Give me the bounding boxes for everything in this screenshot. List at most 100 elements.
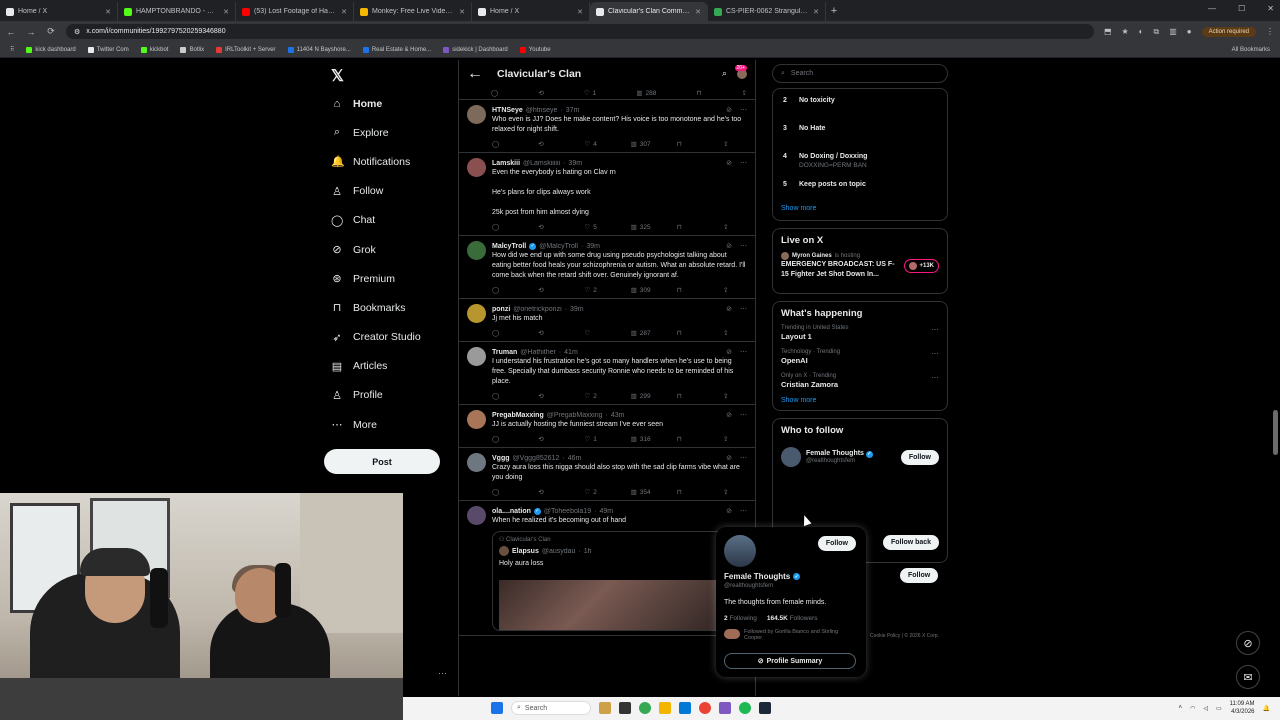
repost-icon[interactable]: ⟲: [538, 89, 543, 97]
reply-icon[interactable]: ◯: [492, 392, 514, 400]
like-button[interactable]: ♡ 2: [584, 286, 606, 295]
nav-item-creator-studio[interactable]: ➶ Creator Studio: [323, 323, 453, 352]
community-rule[interactable]: 4 No Doxing / Doxxing DOXXING=PERM BAN: [781, 149, 939, 177]
close-tab-icon[interactable]: ✕: [459, 8, 465, 16]
start-icon[interactable]: [491, 702, 503, 714]
search-input[interactable]: ⌕ Search: [772, 64, 948, 83]
trends-show-more-link[interactable]: Show more: [781, 397, 939, 404]
reply-icon[interactable]: ◯: [492, 223, 514, 231]
repost-icon[interactable]: ⟲: [538, 140, 560, 148]
follow-button[interactable]: Follow: [900, 449, 939, 465]
browser-tab[interactable]: (53) Lost Footage of Hampton✕: [236, 2, 354, 21]
tweet-handle[interactable]: @htnseye: [526, 107, 558, 114]
reply-icon[interactable]: ◯: [492, 329, 514, 337]
repost-icon[interactable]: ⟲: [538, 223, 560, 231]
views-button[interactable]: ▥ 316: [631, 435, 653, 444]
reply-icon[interactable]: ◯: [492, 286, 514, 294]
community-rule[interactable]: 3 No Hate: [781, 121, 939, 149]
reply-icon[interactable]: ◯: [492, 435, 514, 443]
url-input[interactable]: ⚙ x.com/i/communities/199279752025934688…: [66, 24, 1094, 39]
tweet-author[interactable]: Vggg: [492, 455, 510, 462]
tweet-author[interactable]: Lamskiii: [492, 160, 520, 167]
tweet-time[interactable]: 39m: [568, 160, 582, 167]
repost-icon[interactable]: ⟲: [538, 329, 560, 337]
action-required-button[interactable]: Action required: [1201, 26, 1256, 37]
close-tab-icon[interactable]: ✕: [577, 8, 583, 16]
close-tab-icon[interactable]: ✕: [105, 8, 111, 16]
bookmark-item[interactable]: kick dashboard: [26, 46, 76, 53]
tweet-time[interactable]: 49m: [599, 508, 613, 515]
tweet-author[interactable]: Truman: [492, 349, 517, 356]
scrollbar[interactable]: [1273, 60, 1278, 696]
views-button[interactable]: ▥ 309: [631, 286, 653, 295]
bookmark-icon[interactable]: ⊓: [677, 329, 699, 337]
like-button[interactable]: ♡ 2: [584, 392, 606, 401]
tweet-handle[interactable]: @PregabMaxxing: [547, 412, 603, 419]
reply-icon[interactable]: ◯: [492, 488, 514, 496]
spotify-icon[interactable]: [739, 702, 751, 714]
reload-icon[interactable]: ⟳: [46, 26, 56, 37]
tweet-author[interactable]: ponzi: [492, 306, 510, 313]
bookmark-item[interactable]: Twitter Com: [87, 46, 129, 53]
followers-count[interactable]: 164.5K Followers: [767, 615, 818, 622]
avatar[interactable]: [467, 241, 486, 260]
more-icon[interactable]: ⋯: [931, 373, 939, 389]
taskbar-search[interactable]: ⌕ Search: [511, 701, 591, 715]
all-bookmarks-link[interactable]: All Bookmarks: [1232, 47, 1270, 53]
grok-icon[interactable]: ⊘: [726, 348, 732, 356]
more-icon[interactable]: ⋯: [740, 242, 747, 250]
post-button[interactable]: Post: [324, 449, 440, 474]
chrome-icon[interactable]: [639, 702, 651, 714]
bookmark-item[interactable]: Botlix: [180, 46, 204, 53]
tweet-handle[interactable]: @onetrickponzi: [513, 306, 561, 313]
views-button[interactable]: ▥ 288: [636, 89, 656, 98]
follow-back-button[interactable]: Follow back: [883, 535, 940, 550]
tray-chevron-icon[interactable]: ˄: [1179, 705, 1183, 711]
bookmark-icon[interactable]: ⊓: [677, 392, 699, 400]
more-icon[interactable]: ⋯: [740, 411, 747, 419]
tweet[interactable]: MalcyTroll ✓ @MalcyTroll · 39m ⊘ ⋯ How did we e…: [459, 236, 755, 299]
nav-item-follow[interactable]: ♙ Follow: [323, 177, 453, 206]
repost-icon[interactable]: ⟲: [538, 435, 560, 443]
profile-summary-button[interactable]: ⊘ Profile Summary: [724, 653, 856, 669]
bookmark-icon[interactable]: ⊓: [677, 488, 699, 496]
grok-icon[interactable]: ⊘: [726, 106, 732, 114]
close-tab-icon[interactable]: ✕: [813, 8, 819, 16]
quote-media[interactable]: [499, 580, 724, 630]
more-icon[interactable]: ⋯: [740, 106, 747, 114]
browser-tab[interactable]: CS-PIER-0062 Strangulation - I✕: [708, 2, 826, 21]
tweet-time[interactable]: 43m: [611, 412, 625, 419]
grok-icon[interactable]: ⊘: [726, 159, 732, 167]
install-icon[interactable]: ⬒: [1104, 27, 1112, 36]
scrollbar-thumb[interactable]: [1273, 410, 1278, 455]
views-button[interactable]: ▥ 299: [631, 392, 653, 401]
live-listener-count[interactable]: +13K: [904, 259, 939, 273]
back-icon[interactable]: ←: [6, 27, 16, 37]
share-icon[interactable]: ⇪: [723, 488, 745, 496]
nav-item-home[interactable]: ⌂ Home: [323, 89, 453, 118]
trend-item[interactable]: Technology · Trending OpenAI ⋯: [781, 349, 939, 365]
task-view-icon[interactable]: [619, 702, 631, 714]
avatar[interactable]: [724, 535, 756, 567]
bookmark-item[interactable]: IRLToolkit + Server: [216, 46, 276, 53]
forward-icon[interactable]: →: [26, 27, 36, 37]
grok-icon[interactable]: ⊘: [726, 454, 732, 462]
tweet-handle[interactable]: @Toheebola19: [544, 508, 591, 515]
tweet[interactable]: Truman @Hathither · 41m ⊘ ⋯ I understand his f…: [459, 342, 755, 405]
x-logo-icon[interactable]: 𝕏: [331, 66, 453, 85]
tweet[interactable]: PregabMaxxing @PregabMaxxing · 43m ⊘ ⋯ JJ is a…: [459, 405, 755, 448]
battery-icon[interactable]: ▭: [1216, 705, 1222, 712]
clock[interactable]: 11:09 AM 4/3/2026: [1230, 700, 1255, 716]
quoted-tweet[interactable]: ⚇ Clavicular's Clan Elapsus @ausydau · 1h Hol…: [492, 531, 747, 631]
minimize-icon[interactable]: —: [1208, 4, 1216, 13]
reply-icon[interactable]: ◯: [491, 89, 498, 97]
avatar[interactable]: [467, 506, 486, 525]
tweet-handle[interactable]: @Hathither: [520, 349, 556, 356]
sidepanel-icon[interactable]: ▥: [1169, 27, 1177, 36]
grok-icon[interactable]: ⊘: [726, 305, 732, 313]
more-icon[interactable]: ⋯: [740, 507, 747, 515]
browser-tab[interactable]: Home / X ✕: [0, 2, 118, 21]
browser-tab[interactable]: Home / X ✕: [472, 2, 590, 21]
avatar[interactable]: [467, 453, 486, 472]
like-button[interactable]: ♡: [584, 329, 606, 337]
